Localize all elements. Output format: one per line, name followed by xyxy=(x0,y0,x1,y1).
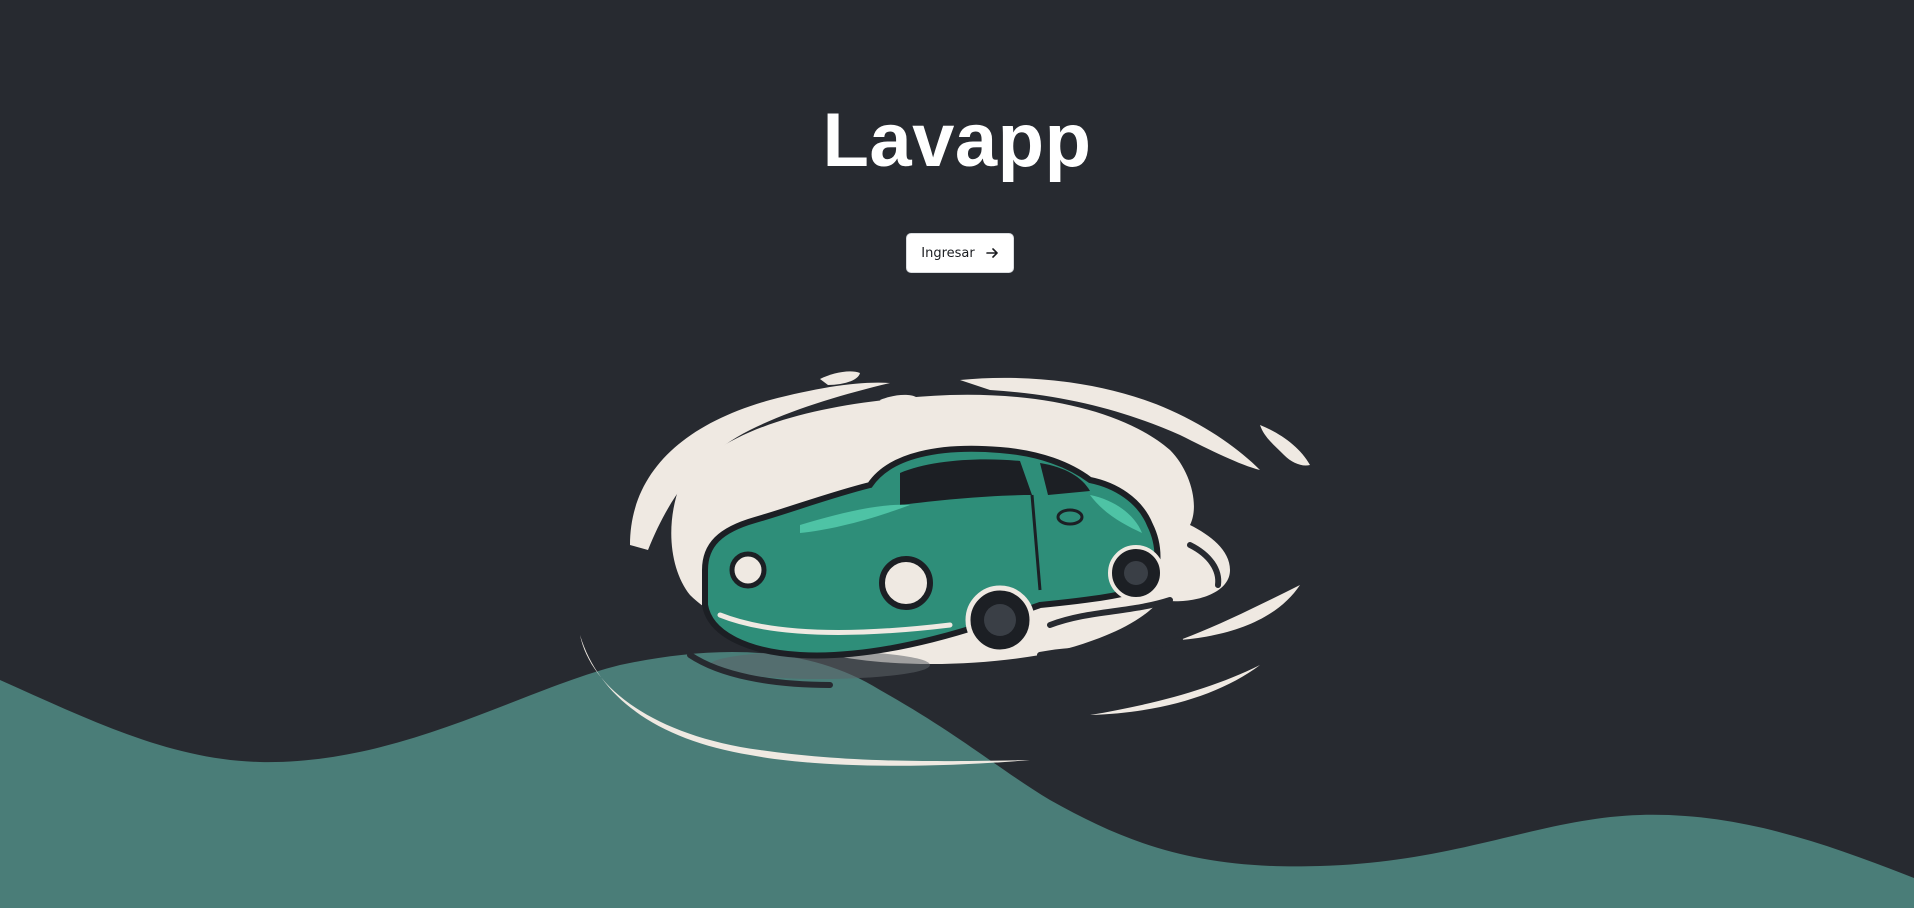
arrow-right-icon xyxy=(985,246,999,260)
page-title: Lavapp xyxy=(822,98,1092,183)
car-splash-logo xyxy=(580,371,1310,766)
login-button-label: Ingresar xyxy=(921,245,975,261)
login-button[interactable]: Ingresar xyxy=(906,233,1014,273)
landing-page: Lavapp Ingresar xyxy=(0,0,1914,908)
